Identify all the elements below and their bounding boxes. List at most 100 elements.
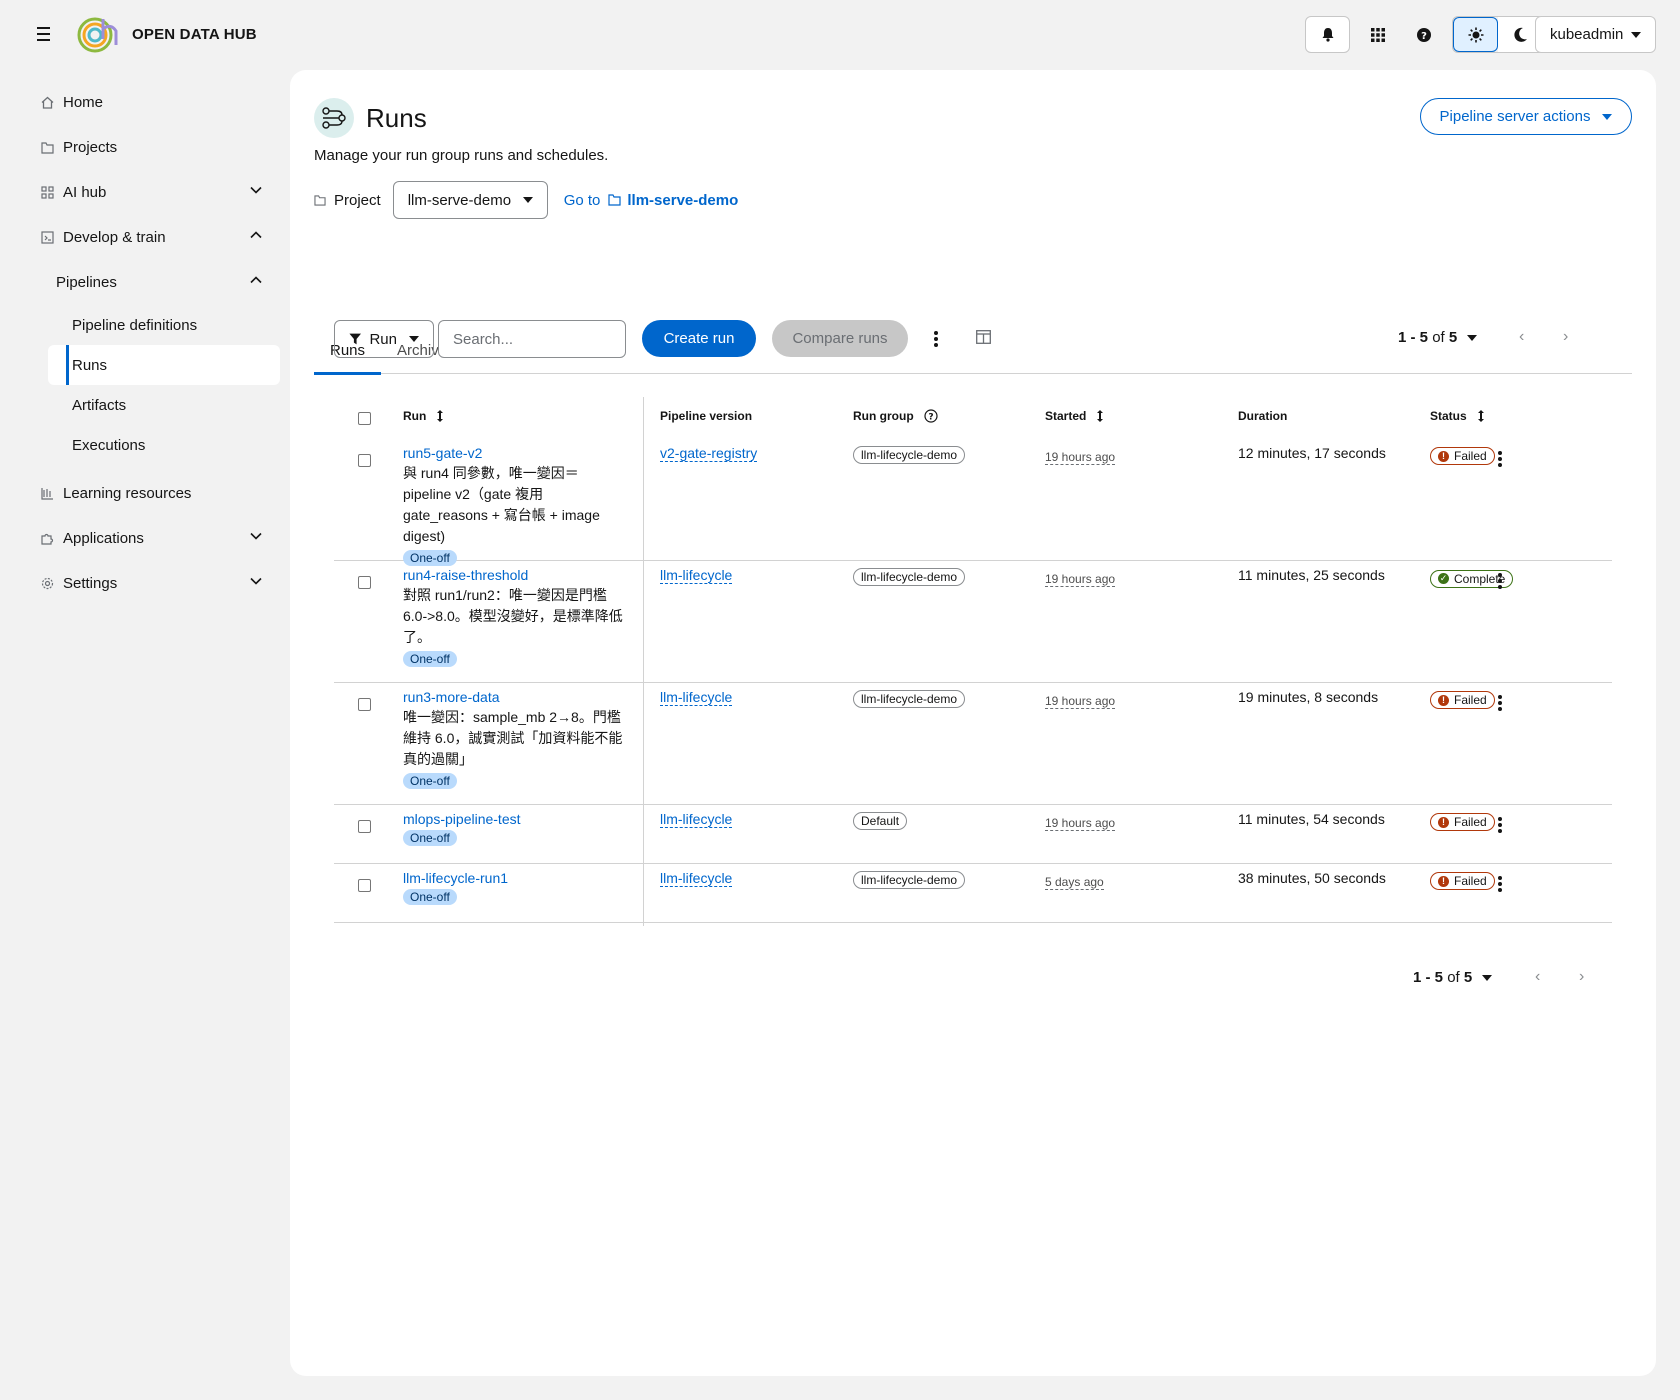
chevron-down-icon xyxy=(250,577,262,585)
row-checkbox[interactable] xyxy=(358,454,371,467)
light-theme-button[interactable] xyxy=(1453,17,1498,52)
sort-icon xyxy=(1097,410,1104,422)
caret-down-icon xyxy=(1631,31,1641,38)
caret-down-icon xyxy=(1467,334,1478,341)
prev-page-icon[interactable]: ‹ xyxy=(1535,968,1540,986)
error-icon: ! xyxy=(1438,694,1449,706)
next-page-icon[interactable]: › xyxy=(1579,968,1584,986)
notifications-button[interactable] xyxy=(1305,16,1350,53)
sidebar-item-develop-train[interactable]: Develop & train xyxy=(30,215,280,260)
hamburger-menu-button[interactable] xyxy=(32,22,54,46)
row-kebab-menu[interactable] xyxy=(1490,449,1510,469)
sidebar-item-projects[interactable]: Projects xyxy=(30,125,280,170)
search-input[interactable] xyxy=(438,320,626,358)
chevron-up-icon xyxy=(250,276,262,284)
caret-down-icon xyxy=(1482,974,1493,981)
header-started[interactable]: Started xyxy=(1045,409,1104,423)
home-icon xyxy=(40,96,54,110)
row-checkbox[interactable] xyxy=(358,576,371,589)
project-select-value: llm-serve-demo xyxy=(407,191,512,209)
pipeline-version-link[interactable]: llm-lifecycle xyxy=(660,567,733,584)
toolbar-kebab-menu[interactable] xyxy=(926,329,946,349)
started-time[interactable]: 19 hours ago xyxy=(1045,816,1116,831)
compare-runs-button[interactable]: Compare runs xyxy=(772,320,908,357)
select-all-checkbox[interactable] xyxy=(358,412,371,425)
next-page-icon[interactable]: › xyxy=(1563,328,1568,346)
pipeline-version-link[interactable]: v2-gate-registry xyxy=(660,445,758,462)
folder-icon xyxy=(314,194,326,206)
brand-logo[interactable]: OPEN DATA HUB xyxy=(76,15,257,53)
pipeline-version-link[interactable]: llm-lifecycle xyxy=(660,689,733,706)
started-time[interactable]: 19 hours ago xyxy=(1045,694,1116,709)
run-name-link[interactable]: run3-more-data xyxy=(403,689,627,705)
prev-page-icon[interactable]: ‹ xyxy=(1519,328,1524,346)
filter-select[interactable]: Run xyxy=(334,320,434,358)
run-group-label: llm-lifecycle-demo xyxy=(853,871,966,889)
project-select[interactable]: llm-serve-demo xyxy=(392,181,548,219)
row-kebab-menu[interactable] xyxy=(1490,693,1510,713)
goto-project-link[interactable]: llm-serve-demo xyxy=(608,192,738,209)
help-icon[interactable]: ? xyxy=(924,409,938,423)
pipeline-server-actions-dropdown[interactable]: Pipeline server actions xyxy=(1420,98,1632,135)
sidebar-item-pipelines[interactable]: Pipelines xyxy=(30,260,280,305)
sidebar-item-label: Runs xyxy=(72,356,108,374)
bottom-pagination-toggle[interactable]: 1 - 5 of 5 xyxy=(1413,969,1493,986)
header-run[interactable]: Run xyxy=(403,409,444,423)
row-kebab-menu[interactable] xyxy=(1490,874,1510,894)
sidebar-item-settings[interactable]: Settings xyxy=(30,561,280,606)
status-badge: ! Failed xyxy=(1430,813,1495,831)
project-label: Project xyxy=(334,191,381,209)
sidebar-item-label: Pipeline definitions xyxy=(72,316,198,334)
row-checkbox[interactable] xyxy=(358,820,371,833)
sidebar-item-artifacts[interactable]: Artifacts xyxy=(30,385,280,425)
table-row: run3-more-data 唯一變因：sample_mb 2→8。門檻維持 6… xyxy=(334,683,1612,805)
run-name-link[interactable]: run5-gate-v2 xyxy=(403,445,627,461)
top-pagination-toggle[interactable]: 1 - 5 of 5 xyxy=(1398,329,1478,346)
row-checkbox[interactable] xyxy=(358,879,371,892)
row-checkbox[interactable] xyxy=(358,698,371,711)
run-name-link[interactable]: mlops-pipeline-test xyxy=(403,811,521,827)
sidebar-item-label: Applications xyxy=(63,530,144,547)
pipeline-icon xyxy=(314,98,354,138)
run-group-label: llm-lifecycle-demo xyxy=(853,568,966,586)
pagination-of: of xyxy=(1432,329,1445,346)
header-status[interactable]: Status xyxy=(1430,409,1485,423)
header-pipeline-version: Pipeline version xyxy=(660,409,753,423)
row-kebab-menu[interactable] xyxy=(1490,571,1510,591)
gear-icon xyxy=(40,577,54,591)
sidebar-item-label: Executions xyxy=(72,436,146,454)
sidebar-item-home[interactable]: Home xyxy=(30,80,280,125)
sidebar-item-label: AI hub xyxy=(63,184,107,201)
masthead: OPEN DATA HUB ? kubeadmin xyxy=(0,0,1680,68)
sidebar-item-label: Pipelines xyxy=(56,274,117,291)
run-name-link[interactable]: llm-lifecycle-run1 xyxy=(403,870,508,886)
page-title: Runs xyxy=(366,102,427,133)
app-launcher-button[interactable] xyxy=(1360,16,1396,53)
started-time[interactable]: 19 hours ago xyxy=(1045,572,1116,587)
create-run-button[interactable]: Create run xyxy=(642,320,756,357)
error-icon: ! xyxy=(1438,875,1449,887)
run-description: 唯一變因：sample_mb 2→8。門檻維持 6.0，誠實測試「加資料能不能真… xyxy=(403,709,623,767)
run-name-link[interactable]: run4-raise-threshold xyxy=(403,567,627,583)
sidebar-item-pipeline-definitions[interactable]: Pipeline definitions xyxy=(30,305,280,345)
svg-text:?: ? xyxy=(1421,31,1427,42)
error-icon: ! xyxy=(1438,816,1449,828)
user-menu-dropdown[interactable]: kubeadmin xyxy=(1535,16,1656,53)
status-badge: ! Failed xyxy=(1430,691,1495,709)
sidebar-item-ai-hub[interactable]: AI hub xyxy=(30,170,280,215)
help-button[interactable]: ? xyxy=(1406,16,1442,53)
pipeline-version-link[interactable]: llm-lifecycle xyxy=(660,870,733,887)
sidebar-item-label: Projects xyxy=(63,139,118,156)
row-kebab-menu[interactable] xyxy=(1490,815,1510,835)
grid-icon xyxy=(1371,27,1385,42)
sidebar-item-executions[interactable]: Executions xyxy=(30,425,280,465)
started-time[interactable]: 19 hours ago xyxy=(1045,450,1116,465)
manage-columns-icon[interactable] xyxy=(976,330,991,344)
started-time[interactable]: 5 days ago xyxy=(1045,875,1104,890)
filter-icon xyxy=(349,333,362,345)
pipeline-version-link[interactable]: llm-lifecycle xyxy=(660,811,733,828)
sidebar-item-applications[interactable]: Applications xyxy=(30,516,280,561)
sidebar-item-learning-resources[interactable]: Learning resources xyxy=(30,471,280,516)
sidebar-item-runs[interactable]: Runs xyxy=(48,345,280,385)
caret-down-icon xyxy=(522,197,533,203)
